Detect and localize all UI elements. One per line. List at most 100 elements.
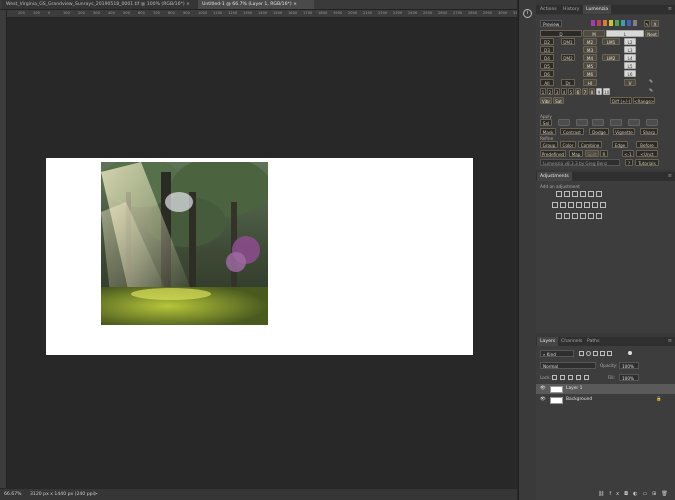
lock-transparent-icon[interactable] bbox=[552, 375, 557, 380]
horizontal-ruler[interactable]: 200 100 0 100 200 300 400 500 600 700 800 900 1000 11… bbox=[6, 10, 517, 18]
vertical-ruler[interactable] bbox=[0, 10, 7, 488]
color-swatch[interactable] bbox=[597, 20, 601, 26]
trash-icon[interactable]: 🗑 bbox=[661, 491, 672, 497]
diff-button[interactable]: Diff (+/-) bbox=[610, 97, 632, 104]
number-7[interactable]: 7 bbox=[582, 88, 588, 95]
preview-dropdown[interactable]: Preview bbox=[540, 20, 562, 27]
sharp-button[interactable]: Sharp bbox=[640, 128, 658, 135]
sat-button[interactable]: Sat bbox=[553, 97, 564, 104]
document-tab-untitled[interactable]: Untitled-1 @ 66.7% (Layer 1, RGB/16*) × bbox=[198, 0, 314, 9]
layer-name[interactable]: Background bbox=[566, 395, 592, 405]
number-5[interactable]: 5 bbox=[568, 88, 574, 95]
color-button[interactable]: Color bbox=[560, 141, 576, 148]
blend-mode-dropdown[interactable]: Normal bbox=[540, 362, 596, 369]
zone-m5[interactable]: M5 bbox=[583, 62, 597, 69]
mask-button[interactable]: Mask bbox=[540, 128, 556, 135]
panel-menu-icon[interactable]: ≡ bbox=[668, 173, 672, 179]
mask-icon[interactable]: ◘ bbox=[624, 491, 633, 497]
tab-layers[interactable]: Layers bbox=[537, 337, 559, 346]
zone-m2[interactable]: M2 bbox=[583, 38, 597, 45]
all-button[interactable]: All bbox=[540, 79, 554, 86]
number-2[interactable]: 2 bbox=[547, 88, 553, 95]
adjustment-filter-icon[interactable] bbox=[586, 351, 591, 356]
color-swatch[interactable] bbox=[621, 20, 625, 26]
close-x-button[interactable]: X bbox=[651, 20, 659, 27]
zone-d[interactable]: D bbox=[540, 30, 582, 37]
zone-dm1[interactable]: DM1 bbox=[561, 38, 575, 45]
next-button[interactable]: Next bbox=[645, 30, 659, 37]
color-swatch[interactable] bbox=[603, 20, 607, 26]
posterize-icon[interactable] bbox=[564, 213, 570, 219]
zone-l6[interactable]: L6 bbox=[624, 70, 636, 77]
number-1[interactable]: 1 bbox=[540, 88, 546, 95]
color-swatch[interactable] bbox=[591, 20, 595, 26]
tab-actions[interactable]: Actions bbox=[537, 5, 560, 14]
black-white-icon[interactable] bbox=[568, 202, 574, 208]
group-button[interactable]: Group bbox=[540, 141, 558, 148]
lock-artboard-icon[interactable] bbox=[576, 375, 581, 380]
zone-d6[interactable]: D6 bbox=[540, 70, 554, 77]
zone-m4[interactable]: M4 bbox=[583, 54, 597, 61]
color-swatch[interactable] bbox=[633, 20, 637, 26]
help-button[interactable]: ? bbox=[625, 159, 633, 166]
gradient-icon[interactable] bbox=[596, 213, 602, 219]
type-filter-icon[interactable] bbox=[593, 351, 598, 356]
zone-d3[interactable]: D3 bbox=[540, 46, 554, 53]
zone-l3[interactable]: L3 bbox=[624, 46, 636, 53]
combine-button[interactable]: Combine bbox=[578, 141, 602, 148]
zone-m3[interactable]: M3 bbox=[583, 46, 597, 53]
contrast-button[interactable]: Contrast bbox=[560, 128, 584, 135]
new-layer-icon[interactable]: ⊞ bbox=[652, 491, 661, 497]
number-9[interactable]: 9 bbox=[596, 88, 602, 95]
zone-m[interactable]: M bbox=[583, 30, 605, 37]
gradient-map-icon[interactable] bbox=[580, 213, 586, 219]
smart-filter-icon[interactable] bbox=[607, 351, 612, 356]
zone-l5[interactable]: L5 bbox=[624, 62, 636, 69]
lock-position-icon[interactable] bbox=[568, 375, 573, 380]
range-button[interactable]: <Range> bbox=[633, 97, 655, 104]
levels-icon[interactable] bbox=[610, 119, 622, 126]
unct-button[interactable]: <Unct bbox=[636, 150, 658, 157]
zone-dm2[interactable]: DM2 bbox=[561, 54, 575, 61]
sel-button[interactable]: Sel bbox=[540, 119, 552, 126]
photo-filter-icon[interactable] bbox=[576, 202, 582, 208]
brightness-icon[interactable] bbox=[556, 191, 562, 197]
tab-history[interactable]: History bbox=[560, 5, 582, 14]
filter-toggle-icon[interactable] bbox=[628, 351, 632, 355]
zone-d4[interactable]: D4 bbox=[540, 54, 554, 61]
fx-icon[interactable]: fx bbox=[609, 491, 624, 497]
info-icon[interactable]: i bbox=[523, 9, 532, 18]
v-button[interactable]: V bbox=[624, 79, 636, 86]
zone-l2[interactable]: L2 bbox=[624, 38, 636, 45]
number-6[interactable]: 6 bbox=[575, 88, 581, 95]
vibr-button[interactable]: Vibr bbox=[540, 97, 552, 104]
number-8[interactable]: 8 bbox=[589, 88, 595, 95]
color-swatch[interactable] bbox=[627, 20, 631, 26]
zone-lm2[interactable]: LM2 bbox=[602, 54, 620, 61]
tab-paths[interactable]: Paths bbox=[584, 337, 603, 346]
layer-name[interactable]: Layer 1 bbox=[566, 384, 582, 394]
curves-icon[interactable] bbox=[572, 191, 578, 197]
panel-menu-icon[interactable]: ≡ bbox=[668, 338, 672, 344]
fill-input[interactable]: 100% bbox=[619, 374, 639, 381]
eye-icon[interactable]: 👁 bbox=[540, 384, 546, 394]
link-icon[interactable]: ⛓ bbox=[598, 491, 609, 497]
sharpen-icon[interactable] bbox=[646, 119, 658, 126]
color-swatch[interactable] bbox=[609, 20, 613, 26]
threshold-icon[interactable] bbox=[572, 213, 578, 219]
dodge-icon[interactable] bbox=[592, 119, 604, 126]
zone-d2[interactable]: D2 bbox=[540, 38, 554, 45]
gradient-triangle-icon[interactable] bbox=[596, 191, 602, 197]
eye-icon[interactable]: 👁 bbox=[540, 395, 546, 405]
tab-channels[interactable]: Channels bbox=[558, 337, 585, 346]
zone-l4[interactable]: L4 bbox=[624, 54, 636, 61]
before-button[interactable]: Before bbox=[636, 141, 658, 148]
grid-icon[interactable] bbox=[600, 202, 606, 208]
zone-m6[interactable]: M6 bbox=[583, 70, 597, 77]
tab-adjustments[interactable]: Adjustments bbox=[537, 172, 572, 181]
invert-icon[interactable] bbox=[556, 213, 562, 219]
zoom-level[interactable]: 66.67% bbox=[4, 489, 22, 500]
layer-kind-filter[interactable]: ⌕ Kind bbox=[540, 350, 574, 357]
number-3[interactable]: 3 bbox=[554, 88, 560, 95]
color-swatch[interactable] bbox=[615, 20, 619, 26]
